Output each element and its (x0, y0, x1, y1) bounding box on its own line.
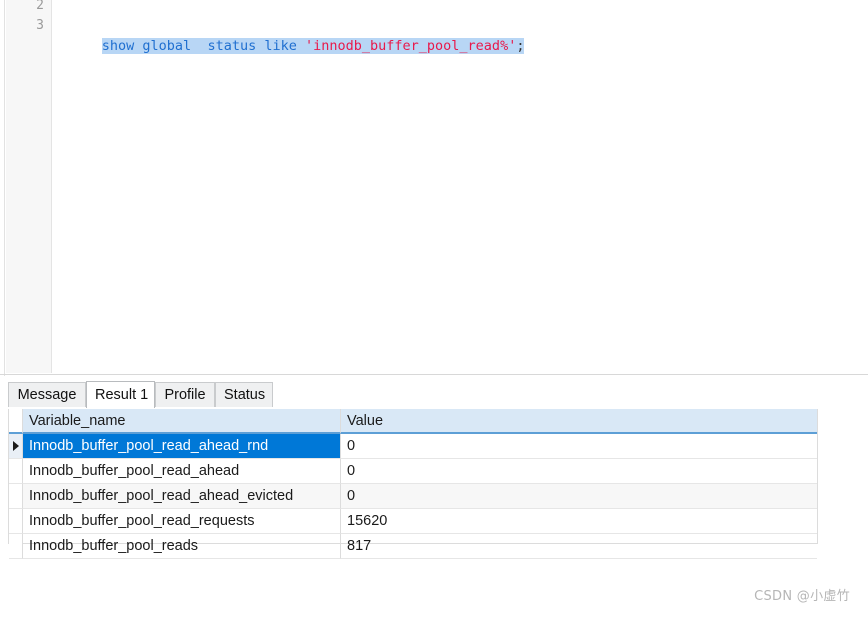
table-row[interactable]: Innodb_buffer_pool_read_ahead_evicted 0 (9, 484, 817, 509)
line-number-3: 3 (36, 18, 44, 33)
grid-header-row: Variable_name Value (9, 409, 817, 434)
cell-variable-name-2[interactable]: Innodb_buffer_pool_read_ahead_evicted (23, 484, 341, 509)
row-selector-3[interactable] (9, 509, 23, 534)
cell-value-3[interactable]: 15620 (341, 509, 817, 534)
editor-left-margin (0, 0, 5, 376)
selected-statement[interactable]: show global status like 'innodb_buffer_p… (101, 38, 525, 54)
column-header-value[interactable]: Value (341, 409, 817, 434)
line-number-2: 2 (36, 0, 44, 13)
row-selector-4[interactable] (9, 534, 23, 559)
sql-string-literal: 'innodb_buffer_pool_read%' (305, 38, 517, 54)
sql-keyword-status-like: status like (199, 38, 305, 54)
tab-status[interactable]: Status (215, 382, 273, 407)
grid-header-corner (9, 409, 23, 434)
row-selector-0[interactable] (9, 434, 23, 459)
editor-line-number-gutter: 2 3 (6, 0, 52, 373)
current-row-triangle-icon (13, 441, 19, 451)
column-header-variable-name[interactable]: Variable_name (23, 409, 341, 434)
table-row[interactable]: Innodb_buffer_pool_read_ahead_rnd 0 (9, 434, 817, 459)
code-line-3[interactable]: show global status like 'innodb_buffer_p… (53, 16, 525, 54)
row-selector-1[interactable] (9, 459, 23, 484)
editor-bottom-divider (0, 374, 868, 375)
cell-variable-name-3[interactable]: Innodb_buffer_pool_read_requests (23, 509, 341, 534)
tab-profile[interactable]: Profile (155, 382, 215, 407)
cell-value-4[interactable]: 817 (341, 534, 817, 559)
cell-value-1[interactable]: 0 (341, 459, 817, 484)
editor-code-area[interactable]: show global status like 'innodb_buffer_p… (53, 0, 868, 373)
table-row[interactable]: Innodb_buffer_pool_read_ahead 0 (9, 459, 817, 484)
cell-variable-name-4[interactable]: Innodb_buffer_pool_reads (23, 534, 341, 559)
results-tab-strip: Message Result 1 Profile Status (0, 381, 868, 408)
sql-editor-pane[interactable]: 2 3 show global status like 'innodb_buff… (0, 0, 868, 376)
sql-semicolon: ; (516, 38, 525, 54)
cell-value-2[interactable]: 0 (341, 484, 817, 509)
csdn-watermark: CSDN @小虚竹 (754, 589, 850, 604)
tab-result-1[interactable]: Result 1 (86, 381, 155, 408)
row-selector-2[interactable] (9, 484, 23, 509)
table-row[interactable]: Innodb_buffer_pool_reads 817 (9, 534, 817, 559)
sql-keyword-show-global: show global (101, 38, 200, 54)
results-pane: Message Result 1 Profile Status Variable… (0, 378, 868, 619)
cell-value-0[interactable]: 0 (341, 434, 817, 459)
cell-variable-name-1[interactable]: Innodb_buffer_pool_read_ahead (23, 459, 341, 484)
cell-variable-name-0[interactable]: Innodb_buffer_pool_read_ahead_rnd (23, 434, 341, 459)
results-grid[interactable]: Variable_name Value Innodb_buffer_pool_r… (8, 409, 818, 559)
table-row[interactable]: Innodb_buffer_pool_read_requests 15620 (9, 509, 817, 534)
tab-message[interactable]: Message (8, 382, 86, 407)
